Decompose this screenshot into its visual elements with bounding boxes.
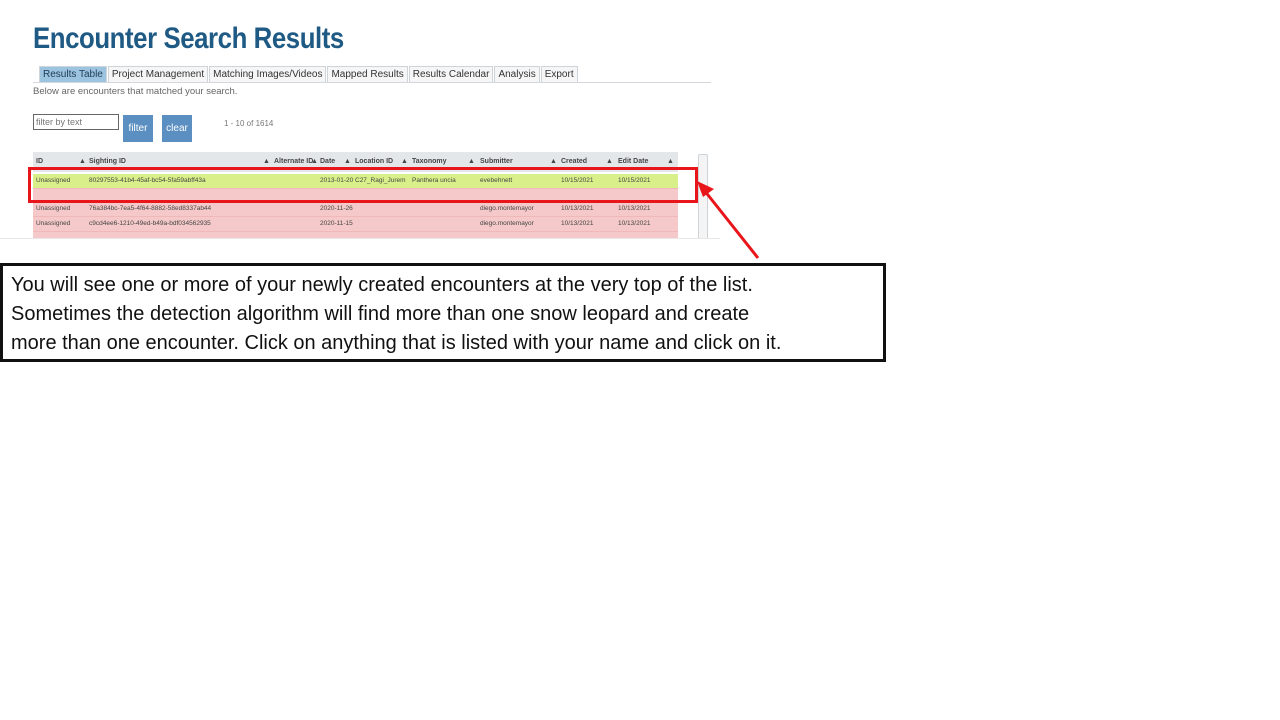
tab-matching-images[interactable]: Matching Images/Videos (209, 66, 327, 83)
cell-edit-date: 10/13/2021 (618, 205, 651, 212)
table-row[interactable]: Unassigned 76a384bc-7ea5-4f64-8882-58ed8… (33, 201, 678, 216)
tab-export[interactable]: Export (540, 66, 578, 83)
cell-submitter: diego.montemayor (480, 205, 534, 212)
sort-icon[interactable]: ▲ (401, 158, 408, 165)
cell-created: 10/13/2021 (561, 220, 594, 227)
sort-icon[interactable]: ▲ (606, 158, 613, 165)
col-created[interactable]: Created (561, 158, 587, 165)
sort-icon[interactable]: ▲ (311, 158, 318, 165)
sort-icon[interactable]: ▲ (79, 158, 86, 165)
filter-input[interactable] (33, 114, 119, 130)
crop-divider (0, 238, 720, 239)
instruction-callout: You will see one or more of your newly c… (0, 263, 886, 362)
col-taxonomy[interactable]: Taxonomy (412, 158, 447, 165)
sort-icon[interactable]: ▲ (263, 158, 270, 165)
cell-date: 2020-11-15 (320, 220, 353, 227)
sort-icon[interactable]: ▲ (550, 158, 557, 165)
callout-line: more than one encounter. Click on anythi… (11, 332, 782, 354)
clear-button[interactable]: clear (162, 115, 192, 142)
tab-divider (33, 82, 711, 83)
tab-analysis[interactable]: Analysis (494, 66, 540, 83)
callout-line: Sometimes the detection algorithm will f… (11, 303, 750, 325)
table-scrollbar[interactable] (698, 154, 708, 240)
sort-icon[interactable]: ▲ (468, 158, 475, 165)
callout-line: You will see one or more of your newly c… (11, 274, 753, 296)
cell-id: Unassigned (36, 205, 71, 212)
cell-sighting-id: 76a384bc-7ea5-4f64-8882-58ed8337ab44 (89, 205, 212, 212)
col-alternate-id[interactable]: Alternate ID (274, 158, 313, 165)
pagination-info: 1 - 10 of 1614 (224, 119, 274, 128)
cell-created: 10/13/2021 (561, 205, 594, 212)
table-row[interactable]: Unassigned c9cd4ee6-1210-49ed-b49a-bdf03… (33, 216, 678, 231)
page-title: Encounter Search Results (33, 22, 344, 55)
tab-project-management[interactable]: Project Management (107, 66, 209, 83)
cell-sighting-id: c9cd4ee6-1210-49ed-b49a-bdf034562935 (89, 220, 211, 227)
col-sighting-id[interactable]: Sighting ID (89, 158, 126, 165)
filter-button[interactable]: filter (123, 115, 153, 142)
sort-icon[interactable]: ▲ (344, 158, 351, 165)
highlight-box (28, 167, 698, 203)
results-tabs: Results Table Project Management Matchin… (39, 66, 579, 83)
sort-icon[interactable]: ▲ (667, 158, 674, 165)
cell-edit-date: 10/13/2021 (618, 220, 651, 227)
tab-mapped-results[interactable]: Mapped Results (327, 66, 408, 83)
col-date[interactable]: Date (320, 158, 335, 165)
col-location-id[interactable]: Location ID (355, 158, 393, 165)
tab-results-calendar[interactable]: Results Calendar (408, 66, 494, 83)
cell-date: 2020-11-26 (320, 205, 353, 212)
col-edit-date[interactable]: Edit Date (618, 158, 648, 165)
col-submitter[interactable]: Submitter (480, 158, 513, 165)
tab-results-table[interactable]: Results Table (39, 66, 107, 83)
cell-submitter: diego.montemayor (480, 220, 534, 227)
intro-text: Below are encounters that matched your s… (33, 86, 238, 97)
cell-id: Unassigned (36, 220, 71, 227)
col-id[interactable]: ID (36, 158, 43, 165)
